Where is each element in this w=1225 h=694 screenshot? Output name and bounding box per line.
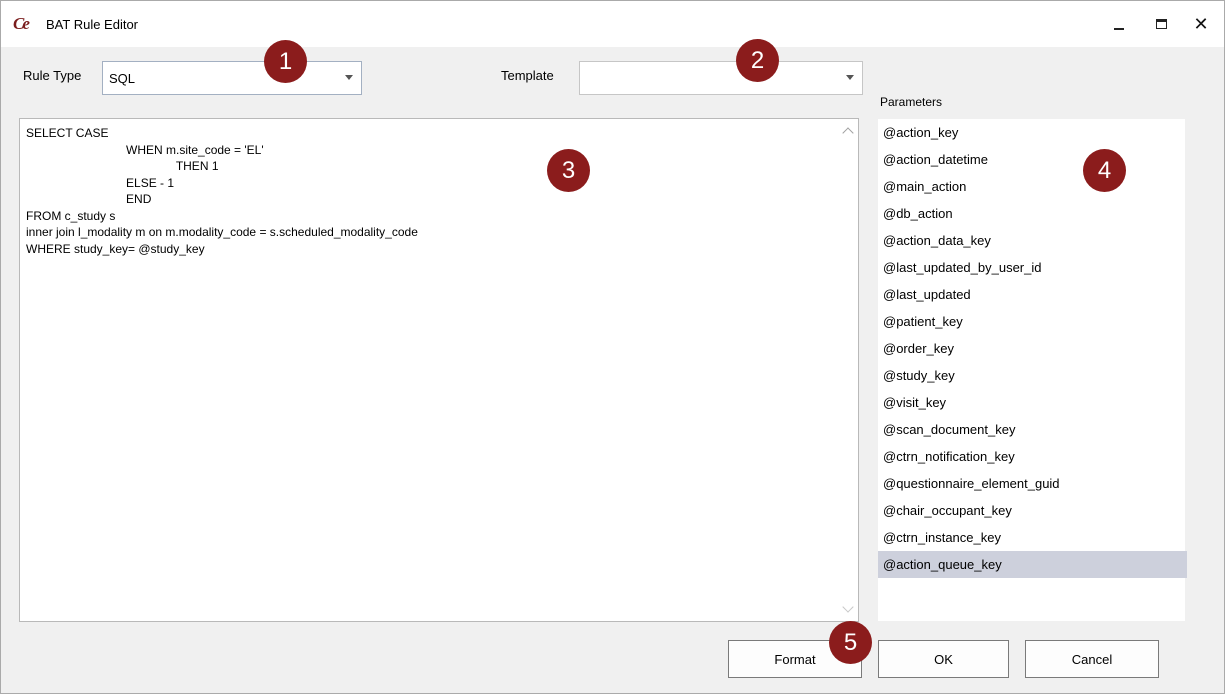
- chevron-down-icon: [846, 75, 854, 80]
- parameter-item[interactable]: @patient_key: [878, 308, 1187, 335]
- parameter-item[interactable]: @main_action: [878, 173, 1187, 200]
- minimize-button[interactable]: [1101, 9, 1137, 39]
- parameters-list[interactable]: @action_key @action_datetime @main_action @…: [877, 118, 1187, 622]
- callout-marker-2: 2: [736, 39, 779, 82]
- parameter-item[interactable]: @action_data_key: [878, 227, 1187, 254]
- rule-editor-window: Ce BAT Rule Editor ✕ Rule Type SQL Templ…: [0, 0, 1225, 694]
- callout-marker-4: 4: [1083, 149, 1126, 192]
- cancel-button[interactable]: Cancel: [1025, 640, 1159, 678]
- callout-marker-3: 3: [547, 149, 590, 192]
- parameter-item[interactable]: @study_key: [878, 362, 1187, 389]
- chevron-down-icon: [345, 75, 353, 80]
- rule-type-label: Rule Type: [23, 68, 82, 83]
- parameter-item[interactable]: @action_datetime: [878, 146, 1187, 173]
- ok-button[interactable]: OK: [878, 640, 1009, 678]
- sql-code-text[interactable]: SELECT CASE WHEN m.site_code = 'EL' THEN…: [26, 125, 418, 257]
- parameter-item[interactable]: @ctrn_notification_key: [878, 443, 1187, 470]
- parameters-label: Parameters: [880, 95, 943, 109]
- parameter-item[interactable]: @last_updated: [878, 281, 1187, 308]
- parameter-item[interactable]: @chair_occupant_key: [878, 497, 1187, 524]
- parameter-item[interactable]: @scan_document_key: [878, 416, 1187, 443]
- parameter-item[interactable]: @ctrn_instance_key: [878, 524, 1187, 551]
- parameter-item[interactable]: @order_key: [878, 335, 1187, 362]
- callout-marker-1: 1: [264, 40, 307, 83]
- parameter-item[interactable]: @visit_key: [878, 389, 1187, 416]
- maximize-button[interactable]: [1143, 9, 1179, 39]
- parameter-item[interactable]: @action_key: [878, 119, 1187, 146]
- callout-marker-5: 5: [829, 621, 872, 664]
- rule-type-dropdown[interactable]: SQL: [102, 61, 362, 95]
- scroll-up-icon[interactable]: [842, 127, 854, 139]
- parameter-item[interactable]: @action_queue_key: [878, 551, 1187, 578]
- close-button[interactable]: ✕: [1183, 9, 1219, 39]
- scroll-down-icon[interactable]: [842, 601, 854, 613]
- parameter-item[interactable]: @db_action: [878, 200, 1187, 227]
- template-label: Template: [501, 68, 554, 83]
- maximize-icon: [1155, 19, 1167, 29]
- parameter-item[interactable]: @last_updated_by_user_id: [878, 254, 1187, 281]
- close-icon: ✕: [1193, 13, 1209, 34]
- minimize-icon: [1114, 28, 1124, 30]
- template-dropdown[interactable]: [579, 61, 863, 95]
- rule-type-value: SQL: [109, 71, 136, 86]
- title-bar: Ce BAT Rule Editor ✕: [1, 1, 1224, 47]
- parameter-item[interactable]: @questionnaire_element_guid: [878, 470, 1187, 497]
- ce-logo-icon: Ce: [13, 14, 30, 33]
- window-title: BAT Rule Editor: [46, 17, 139, 32]
- sql-editor[interactable]: SELECT CASE WHEN m.site_code = 'EL' THEN…: [19, 118, 859, 622]
